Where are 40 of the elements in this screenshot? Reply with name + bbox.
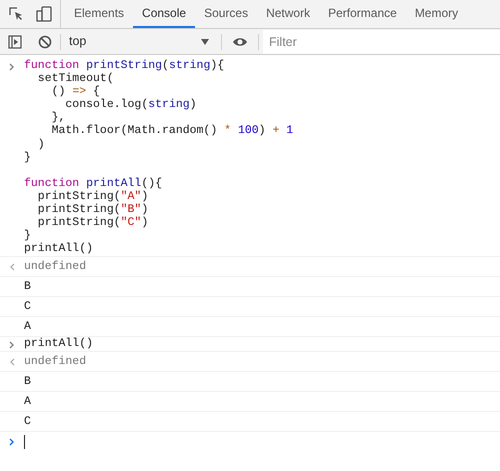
eye-icon[interactable] xyxy=(232,36,248,48)
log-message: A xyxy=(24,319,31,336)
console-input-caret[interactable] xyxy=(24,435,25,450)
log-message: B xyxy=(24,279,31,296)
log-message: A xyxy=(24,394,31,410)
code-line: } xyxy=(24,229,32,242)
code-line: () => { xyxy=(50,85,101,98)
code-line: printAll() xyxy=(24,337,94,350)
log-message: C xyxy=(24,299,31,316)
prompt-chevron-icon xyxy=(9,63,15,71)
sidebar-toggle-icon[interactable] xyxy=(8,34,22,48)
code-line: printString("B") xyxy=(36,202,150,216)
tab[interactable]: Elements xyxy=(65,0,134,28)
code-line: function printAll(){ xyxy=(24,176,164,190)
prompt-chevron-icon xyxy=(9,438,15,446)
context-dropdown[interactable]: top xyxy=(69,32,209,51)
dropdown-arrow-icon xyxy=(201,38,209,44)
code-line: function printString(string){ xyxy=(24,59,226,72)
tab[interactable]: Network xyxy=(257,0,320,28)
code-line: } xyxy=(24,150,32,164)
tab[interactable]: Performance xyxy=(319,0,406,28)
code-line: console.log(string) xyxy=(64,98,198,112)
code-line: ) xyxy=(36,138,46,151)
device-icon[interactable] xyxy=(36,6,52,22)
code-line: printString("C") xyxy=(36,216,150,230)
result-value: undefined xyxy=(24,354,86,370)
log-message: C xyxy=(24,414,31,430)
tab[interactable]: Memory xyxy=(406,0,468,28)
prompt-chevron-icon xyxy=(9,341,15,350)
clear-console-icon[interactable] xyxy=(38,34,52,48)
filter-field[interactable]: Filter xyxy=(263,30,500,54)
code-line: }, xyxy=(50,111,66,124)
log-message: B xyxy=(24,374,31,390)
code-line: Math.floor(Math.random() * 100) + 1 xyxy=(50,124,294,138)
inspect-cursor-icon[interactable] xyxy=(8,6,24,22)
code-line: printString("A") xyxy=(36,190,150,203)
result-value: undefined xyxy=(24,259,86,276)
tab[interactable]: Sources xyxy=(195,0,258,28)
code-line: printAll() xyxy=(24,242,94,256)
code-line: setTimeout( xyxy=(36,72,115,86)
